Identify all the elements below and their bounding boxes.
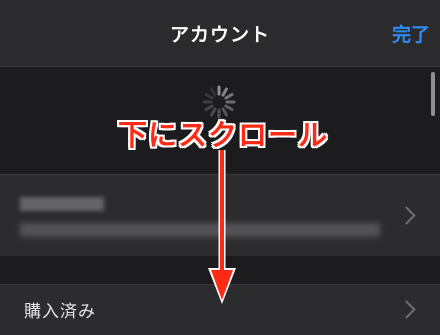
arrow-down-icon — [208, 150, 236, 304]
redacted-account-email — [20, 223, 380, 237]
chevron-right-icon — [397, 300, 416, 319]
navigation-bar: アカウント 完了 — [0, 0, 440, 67]
scroll-down-annotation: 下にスクロール — [118, 118, 329, 152]
page-title: アカウント — [169, 24, 270, 46]
scrollbar[interactable] — [431, 72, 435, 116]
chevron-right-icon — [397, 206, 416, 225]
purchased-label: 購入済み — [24, 302, 96, 322]
redacted-account-name — [20, 197, 104, 211]
done-button[interactable]: 完了 — [392, 20, 430, 47]
